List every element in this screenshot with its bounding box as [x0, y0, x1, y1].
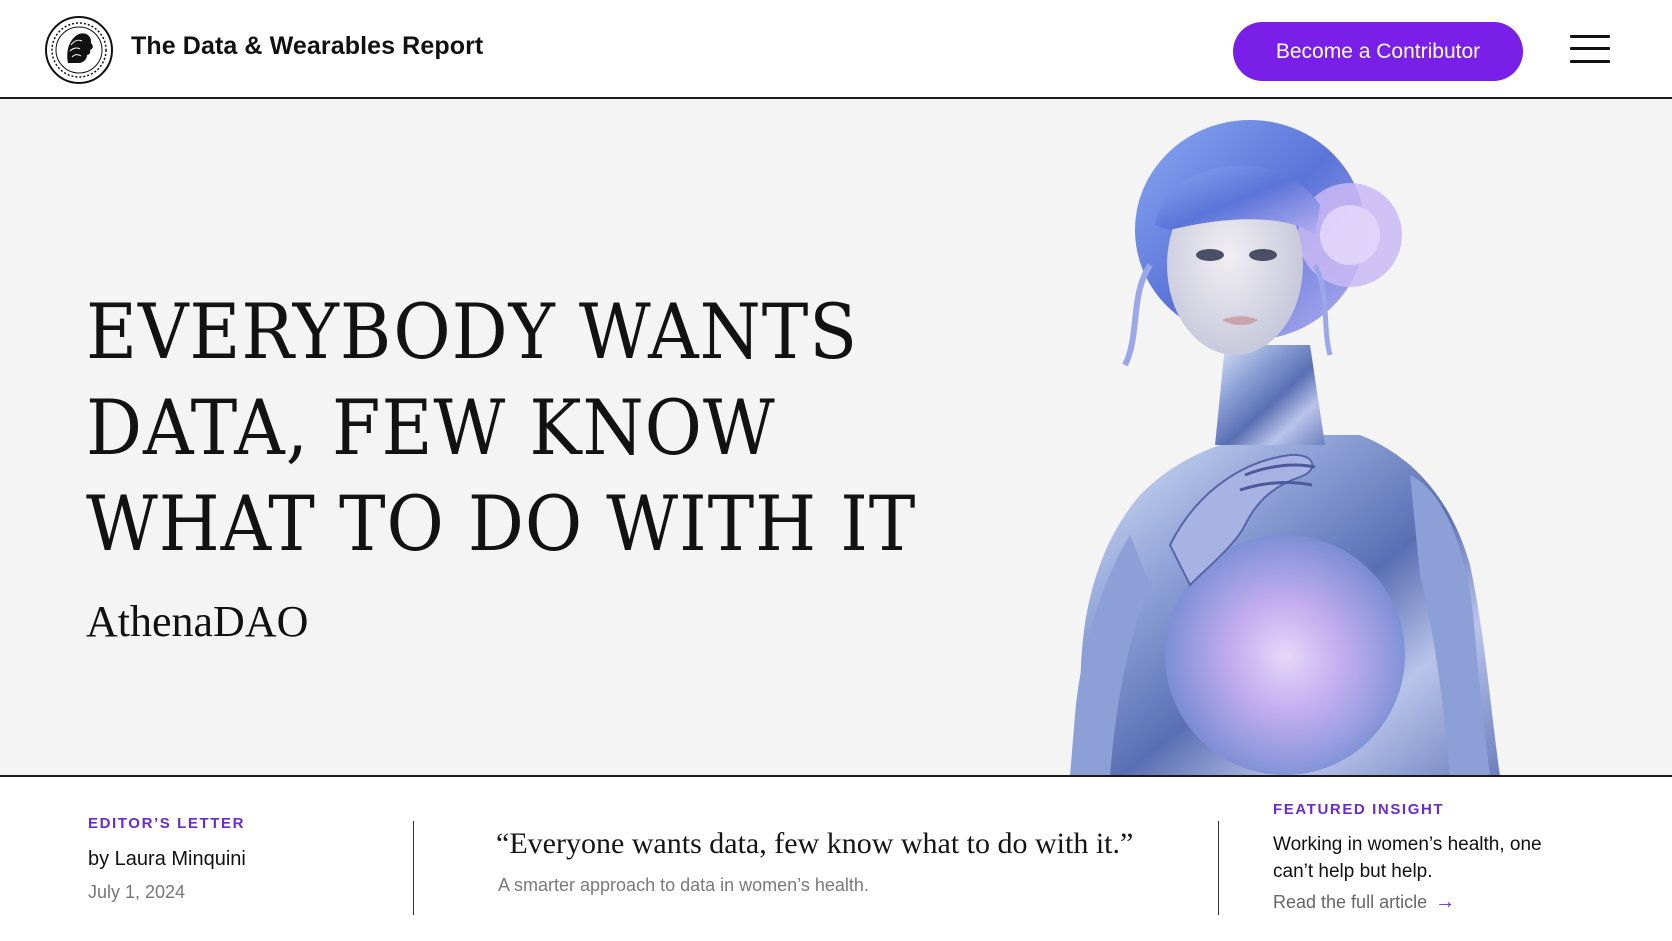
article-strip: EDITOR’S LETTER by Laura Minquini July 1…: [0, 775, 1672, 941]
site-title[interactable]: The Data & Wearables Report: [131, 32, 483, 61]
featured-insight-kicker: FEATURED INSIGHT: [1273, 801, 1445, 818]
editors-letter[interactable]: EDITOR’S LETTER by Laura Minquini July 1…: [88, 815, 246, 902]
hamburger-menu-icon[interactable]: [1570, 33, 1610, 65]
editors-letter-date: July 1, 2024: [88, 882, 186, 902]
read-full-article-label: Read the full article: [1273, 892, 1428, 912]
headline-line: EVERYBODY WANTS: [86, 287, 859, 376]
become-contributor-button[interactable]: Become a Contributor: [1233, 22, 1523, 81]
chrome-android-figure-image: [1030, 115, 1530, 776]
arrow-right-icon: →: [1435, 891, 1456, 913]
pull-quote: “Everyone wants data, few know what to d…: [496, 827, 1134, 860]
editors-letter-author: by Laura Minquini: [88, 848, 246, 870]
headline-line: DATA, FEW KNOW: [86, 383, 776, 472]
hero-byline: AthenaDAO: [86, 597, 309, 646]
hero-section: EVERYBODY WANTS DATA, FEW KNOW WHAT TO D…: [0, 99, 1672, 776]
featured-insight: FEATURED INSIGHT Working in women’s heal…: [1273, 801, 1573, 913]
featured-insight-text: Working in women’s health, one can’t hel…: [1273, 834, 1542, 882]
column-divider: [413, 821, 414, 915]
pull-quote-subtitle: A smarter approach to data in women’s he…: [498, 875, 869, 895]
read-full-article-link[interactable]: Read the full article →: [1273, 891, 1455, 914]
site-header: The Data & Wearables Report Become a Con…: [0, 0, 1672, 99]
hero-headline: EVERYBODY WANTS DATA, FEW KNOW WHAT TO D…: [86, 284, 917, 572]
headline-line: WHAT TO DO WITH IT: [86, 479, 917, 568]
editors-letter-kicker: EDITOR’S LETTER: [88, 815, 246, 832]
medallion-logo-icon[interactable]: [44, 15, 114, 85]
column-divider: [1218, 821, 1219, 915]
